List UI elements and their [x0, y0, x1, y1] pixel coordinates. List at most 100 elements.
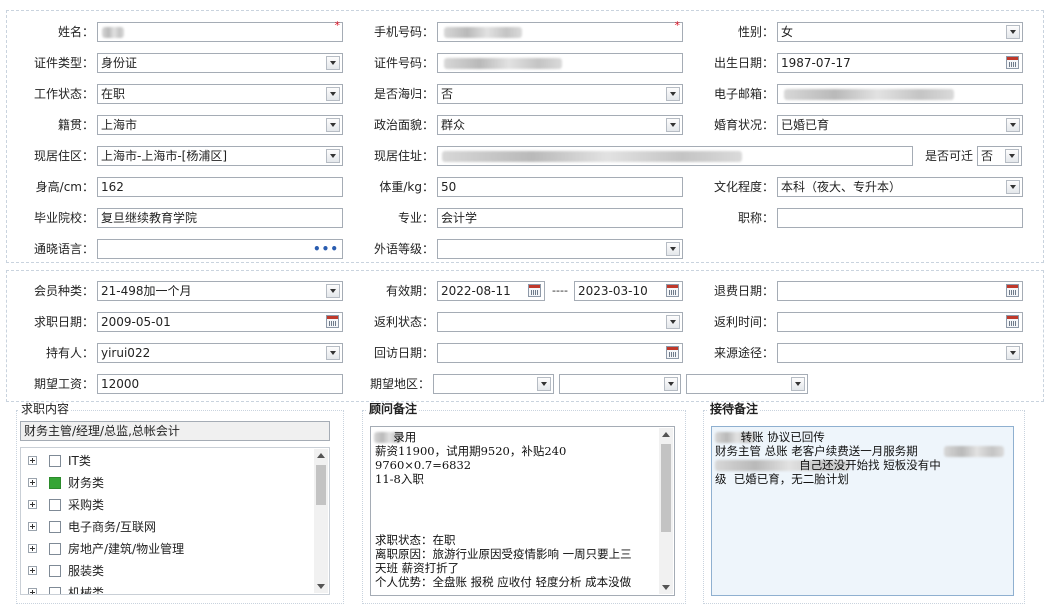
- tree-expand-icon[interactable]: [28, 588, 37, 594]
- dropdown-arrow-icon[interactable]: [326, 346, 340, 360]
- dropdown-arrow-icon[interactable]: [791, 377, 805, 391]
- tree-item-realestate[interactable]: 房地产/建筑/物业管理: [25, 538, 305, 560]
- dropdown-arrow-icon[interactable]: [664, 377, 678, 391]
- email-input[interactable]: [777, 84, 1023, 104]
- native-select[interactable]: 上海市: [97, 115, 343, 135]
- district-select[interactable]: 上海市-上海市-[杨浦区]: [97, 146, 343, 166]
- returnee-select[interactable]: 否: [437, 84, 683, 104]
- address-input[interactable]: [437, 146, 913, 166]
- salary-input[interactable]: 12000: [97, 374, 343, 394]
- scroll-up-icon[interactable]: [662, 432, 670, 437]
- redacted-phone: [444, 27, 522, 38]
- marital-select[interactable]: 已婚已育: [777, 115, 1023, 135]
- dropdown-arrow-icon[interactable]: [326, 56, 340, 70]
- calendar-icon[interactable]: [1006, 284, 1019, 297]
- dropdown-arrow-icon[interactable]: [1006, 25, 1020, 39]
- tree-item-ecommerce[interactable]: 电子商务/互联网: [25, 516, 305, 538]
- workstatus-select[interactable]: 在职: [97, 84, 343, 104]
- checkbox-icon[interactable]: [49, 587, 61, 594]
- member-type-select[interactable]: 21-498加一个月: [97, 281, 343, 301]
- phone-input[interactable]: *: [437, 20, 683, 42]
- major-input[interactable]: 会计学: [437, 208, 683, 228]
- foreign-select[interactable]: [437, 239, 683, 259]
- checkbox-icon[interactable]: [49, 455, 61, 467]
- tree-expand-icon[interactable]: [28, 478, 37, 487]
- name-label: 姓名：: [57, 25, 94, 39]
- tree-expand-icon[interactable]: [28, 456, 37, 465]
- reception-notes-textarea[interactable]: 转账 协议已回传 财务主管 总账 老客户续费送一月服务期 自己还没开始找 短板没…: [711, 426, 1014, 596]
- scroll-up-icon[interactable]: [317, 453, 325, 458]
- dropdown-arrow-icon[interactable]: [1006, 180, 1020, 194]
- gender-select[interactable]: 女: [777, 22, 1023, 42]
- checkbox-icon[interactable]: [49, 521, 61, 533]
- valid-to-input[interactable]: 2023-03-10: [574, 281, 683, 301]
- tree-item-apparel[interactable]: 服装类: [25, 560, 305, 582]
- checkbox-icon[interactable]: [49, 499, 61, 511]
- tree-scrollbar[interactable]: [314, 449, 328, 593]
- calendar-icon[interactable]: [666, 284, 679, 297]
- checkbox-icon[interactable]: [49, 565, 61, 577]
- advisor-scrollbar[interactable]: [659, 428, 673, 594]
- tree-expand-icon[interactable]: [28, 522, 37, 531]
- more-dots-icon[interactable]: •••: [313, 241, 339, 257]
- dropdown-arrow-icon[interactable]: [537, 377, 551, 391]
- holder-select[interactable]: yirui022: [97, 343, 343, 363]
- tree-item-machinery[interactable]: 机械类: [25, 582, 305, 594]
- calendar-icon[interactable]: [326, 315, 339, 328]
- dropdown-arrow-icon[interactable]: [1005, 149, 1019, 163]
- returnee-value: 否: [441, 87, 454, 101]
- tree-item-finance[interactable]: 财务类: [25, 472, 305, 494]
- region-city-select[interactable]: [559, 374, 681, 394]
- dropdown-arrow-icon[interactable]: [1006, 346, 1020, 360]
- checkbox-icon[interactable]: [49, 477, 61, 489]
- region-district-select[interactable]: [686, 374, 808, 394]
- dropdown-arrow-icon[interactable]: [326, 284, 340, 298]
- name-input[interactable]: *: [97, 20, 343, 42]
- idno-input[interactable]: [437, 53, 683, 73]
- source-select[interactable]: [777, 343, 1023, 363]
- visit-date-input[interactable]: [437, 343, 683, 363]
- job-date-input[interactable]: 2009-05-01: [97, 312, 343, 332]
- checkbox-icon[interactable]: [49, 543, 61, 555]
- calendar-icon[interactable]: [1006, 56, 1019, 69]
- scroll-down-icon[interactable]: [662, 585, 670, 590]
- dropdown-arrow-icon[interactable]: [326, 87, 340, 101]
- rebate-status-select[interactable]: [437, 312, 683, 332]
- dropdown-arrow-icon[interactable]: [666, 87, 680, 101]
- dropdown-arrow-icon[interactable]: [666, 242, 680, 256]
- school-input[interactable]: 复旦继续教育学院: [97, 208, 343, 228]
- tree-expand-icon[interactable]: [28, 566, 37, 575]
- tree-item-purchase[interactable]: 采购类: [25, 494, 305, 516]
- scrollbar-thumb[interactable]: [316, 465, 326, 505]
- valid-to-value: 2023-03-10: [578, 284, 648, 298]
- dropdown-arrow-icon[interactable]: [666, 118, 680, 132]
- tree-expand-icon[interactable]: [28, 500, 37, 509]
- rebate-time-input[interactable]: [777, 312, 1023, 332]
- title-input[interactable]: [777, 208, 1023, 228]
- dropdown-arrow-icon[interactable]: [326, 118, 340, 132]
- advisor-line: 求职状态：在职: [375, 533, 456, 547]
- relocate-select[interactable]: 否: [977, 146, 1022, 166]
- phone-label: 手机号码：: [373, 25, 434, 39]
- dropdown-arrow-icon[interactable]: [1006, 118, 1020, 132]
- political-select[interactable]: 群众: [437, 115, 683, 135]
- height-input[interactable]: 162: [97, 177, 343, 197]
- weight-input[interactable]: 50: [437, 177, 683, 197]
- calendar-icon[interactable]: [528, 284, 541, 297]
- calendar-icon[interactable]: [1006, 315, 1019, 328]
- advisor-notes-textarea[interactable]: 录用 薪资11900，试用期9520，补贴240 9760×0.7=6832 1…: [370, 426, 675, 596]
- dropdown-arrow-icon[interactable]: [666, 315, 680, 329]
- calendar-icon[interactable]: [666, 346, 679, 359]
- scrollbar-thumb[interactable]: [661, 444, 671, 532]
- tree-item-it[interactable]: IT类: [25, 450, 305, 472]
- birth-date-input[interactable]: 1987-07-17: [777, 53, 1023, 73]
- refund-date-input[interactable]: [777, 281, 1023, 301]
- idtype-select[interactable]: 身份证: [97, 53, 343, 73]
- region-province-select[interactable]: [433, 374, 554, 394]
- education-select[interactable]: 本科（夜大、专升本）: [777, 177, 1023, 197]
- valid-from-input[interactable]: 2022-08-11: [437, 281, 545, 301]
- scroll-down-icon[interactable]: [317, 584, 325, 589]
- language-picker[interactable]: •••: [97, 239, 343, 259]
- tree-expand-icon[interactable]: [28, 544, 37, 553]
- dropdown-arrow-icon[interactable]: [326, 149, 340, 163]
